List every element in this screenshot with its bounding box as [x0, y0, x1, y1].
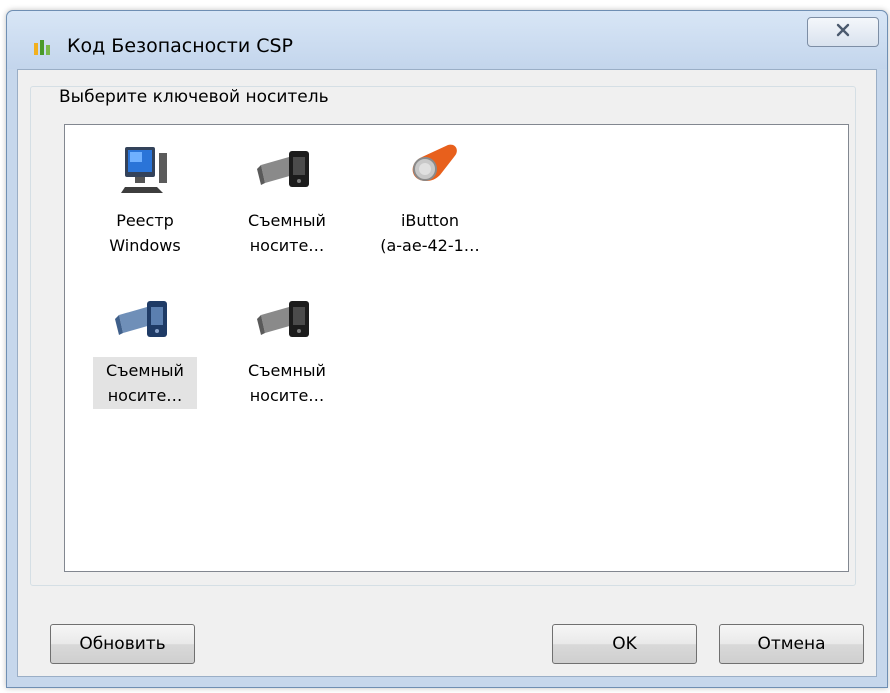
- removable-drive-icon: [85, 289, 205, 349]
- groupbox-label: Выберите ключевой носитель: [56, 87, 332, 107]
- list-item-registry[interactable]: Реестр Windows: [85, 139, 205, 263]
- removable-drive-icon: [227, 289, 347, 349]
- list-item-label: iButton (a-ae-42-1…: [380, 211, 480, 255]
- ibutton-icon: [370, 139, 490, 199]
- removable-drive-icon: [227, 139, 347, 199]
- cancel-button[interactable]: Отмена: [719, 624, 864, 664]
- title-bar[interactable]: Код Безопасности CSP: [7, 11, 887, 69]
- list-item-label: Съемный носите…: [248, 361, 326, 405]
- app-logo-icon: [33, 37, 55, 57]
- media-list[interactable]: Реестр Windows Съемный носите… iButton (…: [64, 124, 849, 572]
- list-item-label: Съемный носите…: [248, 211, 326, 255]
- list-item-label: Съемный носите…: [93, 357, 197, 409]
- list-item-ibutton[interactable]: iButton (a-ae-42-1…: [370, 139, 490, 263]
- refresh-button[interactable]: Обновить: [50, 624, 195, 664]
- list-item-removable-3[interactable]: Съемный носите…: [227, 289, 347, 413]
- computer-icon: [85, 139, 205, 199]
- close-button[interactable]: [807, 17, 879, 47]
- window-title: Код Безопасности CSP: [67, 35, 293, 57]
- list-item-removable-1[interactable]: Съемный носите…: [227, 139, 347, 263]
- ok-button[interactable]: OK: [552, 624, 697, 664]
- list-item-removable-2[interactable]: Съемный носите…: [85, 289, 205, 413]
- close-icon: [835, 22, 851, 42]
- list-item-label: Реестр Windows: [109, 211, 181, 255]
